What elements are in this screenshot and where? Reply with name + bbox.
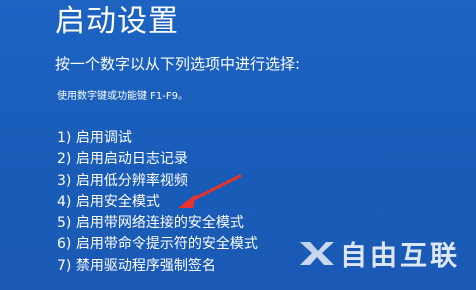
key-hint-text: 使用数字键或功能键 F1-F9。 <box>57 91 189 102</box>
option-enable-boot-logging[interactable]: 2) 启用启动日志记录 <box>57 149 258 170</box>
watermark: 自由互联 <box>298 236 460 272</box>
page-title: 启动设置 <box>55 4 179 39</box>
instruction-text: 按一个数字以从下列选项中进行选择: <box>55 55 301 73</box>
option-enable-safe-mode-command-prompt[interactable]: 6) 启用带命令提示符的安全模式 <box>57 234 258 255</box>
x-logo-icon <box>300 242 334 265</box>
startup-settings-screen: 启动设置 按一个数字以从下列选项中进行选择: 使用数字键或功能键 F1-F9。 … <box>0 0 476 290</box>
startup-options-list: 1) 启用调试 2) 启用启动日志记录 3) 启用低分辨率视频 4) 启用安全模… <box>57 128 258 277</box>
option-enable-debugging[interactable]: 1) 启用调试 <box>57 128 258 149</box>
watermark-text: 自由互联 <box>340 240 460 272</box>
option-disable-driver-signature-enforcement[interactable]: 7) 禁用驱动程序强制签名 <box>57 256 258 277</box>
option-enable-low-resolution-video[interactable]: 3) 启用低分辨率视频 <box>57 171 258 192</box>
option-enable-safe-mode-networking[interactable]: 5) 启用带网络连接的安全模式 <box>57 213 258 234</box>
option-enable-safe-mode[interactable]: 4) 启用安全模式 <box>57 192 258 213</box>
